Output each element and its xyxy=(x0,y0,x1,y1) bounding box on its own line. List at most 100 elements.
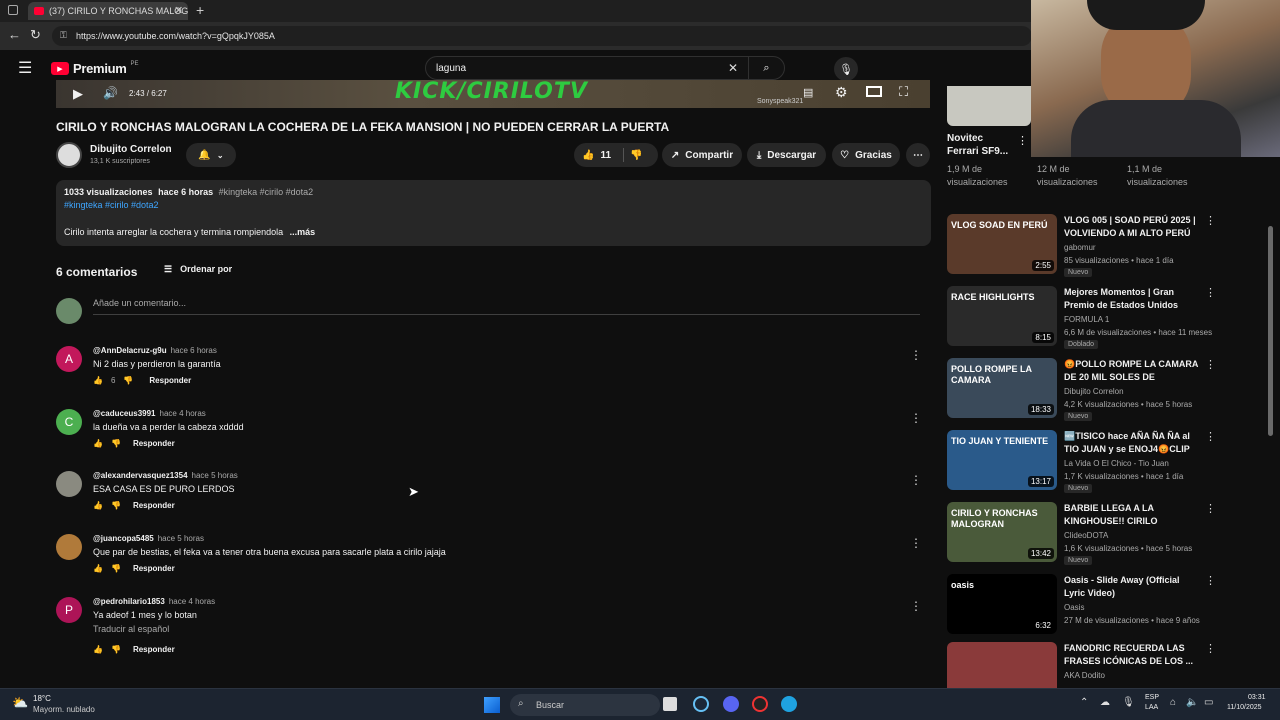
sort-button[interactable]: ☰ Ordenar por xyxy=(164,264,232,275)
comment-dislike-icon[interactable]: 👎 xyxy=(111,645,121,654)
sidebar-top-more-icon[interactable]: ⋮ xyxy=(1017,134,1028,147)
weather-temp[interactable]: 18°C xyxy=(33,694,51,703)
settings-icon[interactable]: ⚙ xyxy=(835,84,848,101)
hashtag-links[interactable]: #kingteka #cirilo #dota2 xyxy=(64,200,159,210)
download-button[interactable]: ⤓ Descargar xyxy=(747,143,826,167)
comment-like-icon[interactable]: 👍 xyxy=(93,564,103,573)
add-comment-input[interactable]: Añade un comentario... xyxy=(93,298,920,315)
recommendation-title[interactable]: FANODRIC RECUERDA LAS FRASES ICÓNICAS DE… xyxy=(1064,642,1199,668)
recommendation-item[interactable]: RACE HIGHLIGHTS 8:15 Mejores Momentos | Gr… xyxy=(947,286,1217,350)
comment-author[interactable]: @AnnDelacruz-g9u xyxy=(93,346,167,355)
tray-chevron-icon[interactable]: ⌃ xyxy=(1080,697,1088,708)
recommendation-item[interactable]: TIO JUAN Y TENIENTE 13:17 🆕TISICO hace AÑA… xyxy=(947,430,1217,494)
comment-avatar[interactable]: A xyxy=(56,346,82,372)
clear-search-icon[interactable]: ✕ xyxy=(728,61,738,75)
back-icon[interactable]: ← xyxy=(8,27,21,42)
comment-dislike-icon[interactable]: 👎 xyxy=(123,376,133,385)
show-more-link[interactable]: ...más xyxy=(290,227,316,237)
like-icon[interactable]: 👍 xyxy=(582,150,594,161)
recommendation-title[interactable]: 🆕TISICO hace AÑA ÑA ÑA al TIO JUAN y se … xyxy=(1064,430,1199,456)
cloud-icon[interactable]: ☁ xyxy=(1100,697,1110,708)
comment-time[interactable]: hace 5 horas xyxy=(192,471,238,480)
comment-time[interactable]: hace 5 horas xyxy=(158,534,204,543)
comment-author[interactable]: @caduceus3991 xyxy=(93,409,156,418)
recommendation-more-icon[interactable]: ⋮ xyxy=(1205,286,1216,299)
comment-dislike-icon[interactable]: 👎 xyxy=(111,501,121,510)
taskbar-search[interactable]: ⌕ Buscar xyxy=(510,694,660,716)
thanks-button[interactable]: ♡ Gracias xyxy=(832,143,900,167)
language-1[interactable]: ESP xyxy=(1145,694,1159,701)
comment-avatar[interactable] xyxy=(56,471,82,497)
url-field[interactable]: ⚿ https://www.youtube.com/watch?v=gQpqkJ… xyxy=(52,26,1032,46)
recommendation-more-icon[interactable]: ⋮ xyxy=(1205,502,1216,515)
recommendation-item[interactable]: oasis 6:32 Oasis - Slide Away (Official Ly… xyxy=(947,574,1217,638)
reply-button[interactable]: Responder xyxy=(149,376,191,385)
recommendation-more-icon[interactable]: ⋮ xyxy=(1205,358,1216,371)
youtube-logo[interactable]: ▶ Premium PE xyxy=(51,61,139,76)
tray-mic-icon[interactable]: 🎙 xyxy=(1122,697,1135,708)
comment-time[interactable]: hace 4 horas xyxy=(169,597,215,606)
recommendation-more-icon[interactable]: ⋮ xyxy=(1205,430,1216,443)
recommendation-thumbnail[interactable]: oasis 6:32 xyxy=(947,574,1057,634)
clock-time[interactable]: 03:31 xyxy=(1248,694,1266,701)
comment-more-icon[interactable]: ⋮ xyxy=(910,473,922,487)
channel-name[interactable]: Dibujito Correlon xyxy=(90,144,172,155)
network-icon[interactable]: ⌂ xyxy=(1170,697,1176,708)
comment-like-icon[interactable]: 👍 xyxy=(93,645,103,654)
recommendation-more-icon[interactable]: ⋮ xyxy=(1205,642,1216,655)
comment-time[interactable]: hace 6 horas xyxy=(171,346,217,355)
recommendation-item[interactable]: POLLO ROMPE LA CAMARA 18:33 😡POLLO ROMPE L… xyxy=(947,358,1217,422)
recommendation-channel[interactable]: La Vida O El Chico - Tio Juan xyxy=(1064,459,1169,468)
description-box[interactable]: 1033 visualizaciones hace 6 horas #kingt… xyxy=(56,180,931,246)
more-actions-button[interactable]: ⋯ xyxy=(906,143,930,167)
microphone-icon[interactable]: 🎙 xyxy=(834,57,858,81)
comment-like-icon[interactable]: 👍 xyxy=(93,376,103,385)
recommendation-thumbnail[interactable]: VLOG SOAD EN PERÚ 2:55 xyxy=(947,214,1057,274)
windows-start-icon[interactable] xyxy=(484,697,500,713)
weather-icon[interactable]: ⛅ xyxy=(12,695,28,711)
site-info-icon[interactable]: ⚿ xyxy=(60,30,67,41)
subtitles-icon[interactable]: ▤ xyxy=(803,86,813,99)
new-tab-icon[interactable]: + xyxy=(196,2,204,18)
dislike-icon[interactable]: 👎 xyxy=(630,150,642,161)
comment-like-icon[interactable]: 👍 xyxy=(93,439,103,448)
steam-icon[interactable] xyxy=(693,696,709,712)
recommendation-channel[interactable]: gabomur xyxy=(1064,243,1096,252)
task-view-icon[interactable] xyxy=(663,697,677,711)
volume-icon[interactable]: 🔊 xyxy=(103,86,118,100)
comment-dislike-icon[interactable]: 👎 xyxy=(111,439,121,448)
recommendation-channel[interactable]: Oasis xyxy=(1064,603,1084,612)
weather-desc[interactable]: Mayorm. nublado xyxy=(33,705,95,714)
reload-icon[interactable]: ↻ xyxy=(30,27,41,43)
close-tab-icon[interactable]: ✕ xyxy=(174,4,183,17)
recommendation-title[interactable]: BARBIE LLEGA A LA KINGHOUSE!! CIRILO MAL… xyxy=(1064,502,1199,528)
comment-author[interactable]: @juancopa5485 xyxy=(93,534,154,543)
comment-dislike-icon[interactable]: 👎 xyxy=(111,564,121,573)
inline-tags[interactable]: #kingteka #cirilo #dota2 xyxy=(219,187,314,197)
reply-button[interactable]: Responder xyxy=(133,564,175,573)
recommendation-thumbnail[interactable]: RACE HIGHLIGHTS 8:15 xyxy=(947,286,1057,346)
recommendation-channel[interactable]: AKA Dodito xyxy=(1064,671,1105,680)
browser-tab[interactable]: (37) CIRILO Y RONCHAS MALOGR xyxy=(28,2,188,20)
reply-button[interactable]: Responder xyxy=(133,439,175,448)
edge-icon[interactable] xyxy=(781,696,797,712)
speaker-icon[interactable]: 🔈 xyxy=(1186,697,1198,708)
subscribed-button[interactable]: 🔔 ⌄ xyxy=(186,143,236,167)
recommendation-item[interactable]: VLOG SOAD EN PERÚ 2:55 VLOG 005 | SOAD PER… xyxy=(947,214,1217,278)
translate-link[interactable]: Traducir al español xyxy=(93,624,169,634)
recommendation-channel[interactable]: Dibujito Correlon xyxy=(1064,387,1124,396)
share-button[interactable]: ↗ Compartir xyxy=(662,143,742,167)
comment-avatar[interactable] xyxy=(56,534,82,560)
menu-icon[interactable]: ☰ xyxy=(18,58,32,78)
battery-icon[interactable]: ▭ xyxy=(1204,697,1213,708)
recommendation-more-icon[interactable]: ⋮ xyxy=(1205,214,1216,227)
obs-icon[interactable] xyxy=(752,696,768,712)
play-icon[interactable]: ▶ xyxy=(73,86,83,102)
sidebar-thumb-top[interactable] xyxy=(947,86,1031,126)
comment-author[interactable]: @alexandervasquez1354 xyxy=(93,471,188,480)
fullscreen-icon[interactable]: ⛶ xyxy=(899,84,908,100)
comment-like-icon[interactable]: 👍 xyxy=(93,501,103,510)
comment-author[interactable]: @pedrohilario1853 xyxy=(93,597,165,606)
sidebar-scrollbar[interactable] xyxy=(1268,226,1273,436)
like-count[interactable]: 11 xyxy=(600,150,611,161)
